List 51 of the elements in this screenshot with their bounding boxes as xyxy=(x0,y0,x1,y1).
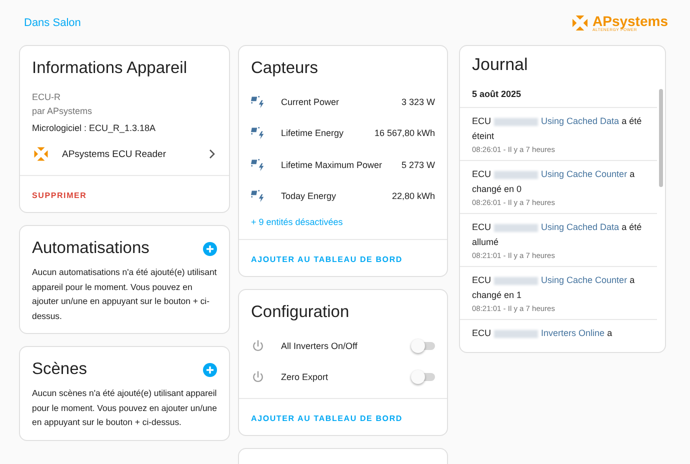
empty-message: Aucun scènes n'a été ajouté(e) utilisant appareil pour le moment. Vous pouvez en ajouter un/une en appuyant sur le bouton + ci-dessus. xyxy=(31,387,218,429)
entity-link[interactable]: Using Cache Counter xyxy=(541,169,628,179)
entity-link[interactable]: Inverters Online xyxy=(541,328,605,338)
solar-power-icon xyxy=(251,94,265,109)
card-title: Informations Appareil xyxy=(32,59,188,78)
add-icon[interactable] xyxy=(203,362,217,376)
entity-link[interactable]: Using Cached Data xyxy=(541,222,620,232)
device-model: ECU-R xyxy=(31,91,62,104)
log-message: ECU Using Cached Data a été éteint xyxy=(472,115,643,143)
log-message: ECU Using Cache Counter a changé en 0 xyxy=(472,168,636,196)
switch-label: Zero Export xyxy=(281,372,328,382)
card-title: Capteurs xyxy=(251,59,318,78)
integration-link[interactable]: APsystems ECU Reader xyxy=(62,148,166,160)
sensor-value: 5 273 W xyxy=(401,160,435,170)
delete-button[interactable]: SUPPRIMER xyxy=(32,191,87,200)
integration-logo-icon xyxy=(32,145,50,163)
logo-icon xyxy=(570,12,590,32)
switch-label: All Inverters On/Off xyxy=(281,340,358,350)
add-to-dashboard-button[interactable]: AJOUTER AU TABLEAU DE BORD xyxy=(251,255,402,264)
journal-date: 5 août 2025 xyxy=(460,83,657,108)
sensor-value: 22,80 kWh xyxy=(392,191,435,202)
solar-power-icon xyxy=(251,126,265,140)
sensor-value: 3 323 W xyxy=(401,96,435,107)
toggle-switch[interactable] xyxy=(411,338,435,352)
entity-link[interactable]: Using Cached Data xyxy=(541,116,620,126)
log-message: ECU Using Cache Counter a changé en 1 xyxy=(472,274,636,302)
add-to-dashboard-button[interactable]: AJOUTER AU TABLEAU DE BORD xyxy=(251,414,402,423)
power-icon xyxy=(251,338,265,352)
entity-link[interactable]: Using Cache Counter xyxy=(541,275,628,285)
log-message: ECU Inverters Online a xyxy=(472,327,614,340)
empty-message: Aucun automatisations n'a été ajouté(e) utilisant appareil pour le moment. Vous pouvez en ajouter un/une en appuyant sur le bouton + ci-dessus. xyxy=(31,266,218,322)
add-icon[interactable] xyxy=(203,242,217,256)
toggle-switch[interactable] xyxy=(411,370,435,384)
power-icon xyxy=(251,370,265,384)
scrollbar[interactable] xyxy=(659,89,663,187)
logo-name: APsystems xyxy=(592,14,668,28)
sensor-name[interactable]: Current Power xyxy=(281,96,340,107)
sensor-name[interactable]: Lifetime Energy xyxy=(281,128,344,138)
card-title: Journal xyxy=(472,55,528,75)
firmware-version: Micrologiciel : ECU_R_1.3.18A xyxy=(31,122,157,133)
card-title: Automatisations xyxy=(32,239,150,258)
sensor-value: 16 567,80 kWh xyxy=(374,128,435,138)
card-title: Scènes xyxy=(32,360,88,379)
device-manufacturer: par APsystems xyxy=(31,105,94,118)
log-message: ECU Using Cached Data a été allumé xyxy=(472,221,643,249)
sensor-name[interactable]: Today Energy xyxy=(281,191,336,202)
card-title: Configuration xyxy=(251,303,350,322)
chevron-right-icon[interactable] xyxy=(207,149,217,159)
solar-power-icon xyxy=(251,189,265,204)
solar-power-icon xyxy=(251,158,265,172)
sensor-name[interactable]: Lifetime Maximum Power xyxy=(281,160,382,170)
